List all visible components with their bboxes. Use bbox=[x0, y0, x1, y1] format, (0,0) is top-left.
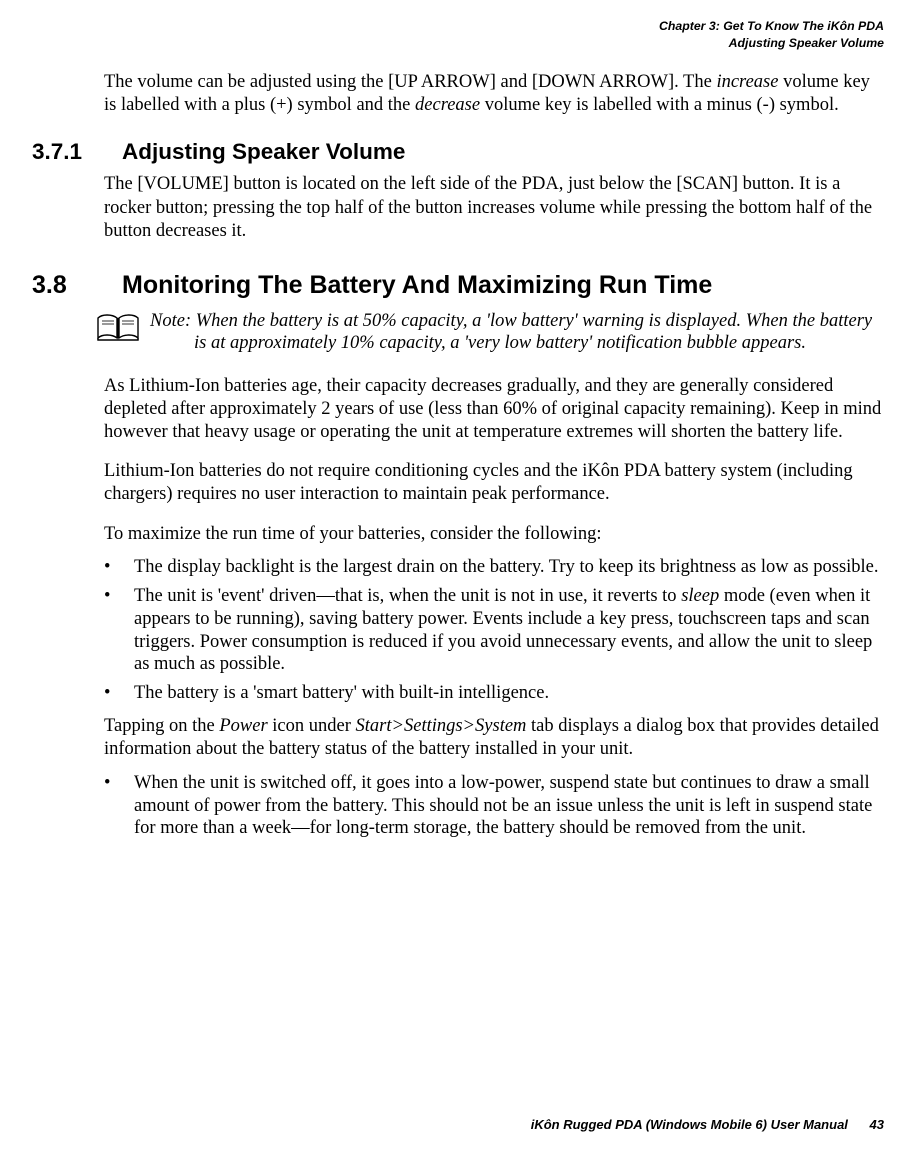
page-footer: iKôn Rugged PDA (Windows Mobile 6) User … bbox=[531, 1117, 884, 1132]
page-body: Chapter 3: Get To Know The iKôn PDA Adju… bbox=[0, 0, 919, 1162]
italic-power: Power bbox=[219, 716, 267, 736]
running-header: Chapter 3: Get To Know The iKôn PDA Adju… bbox=[32, 18, 884, 51]
battery-age-paragraph: As Lithium-Ion batteries age, their capa… bbox=[32, 375, 884, 444]
text-run: icon under bbox=[268, 716, 356, 736]
section-number: 3.7.1 bbox=[32, 139, 92, 165]
bullet-list-1: The display backlight is the largest dra… bbox=[32, 556, 884, 706]
list-item: The display backlight is the largest dra… bbox=[104, 556, 884, 579]
header-section: Adjusting Speaker Volume bbox=[32, 35, 884, 52]
note-block: Note: When the battery is at 50% capacit… bbox=[32, 310, 884, 355]
page-number: 43 bbox=[870, 1117, 884, 1132]
header-chapter: Chapter 3: Get To Know The iKôn PDA bbox=[32, 18, 884, 35]
note-content: When the battery is at 50% capacity, a '… bbox=[191, 311, 872, 354]
s371-paragraph: The [VOLUME] button is located on the le… bbox=[32, 173, 884, 242]
section-number: 3.8 bbox=[32, 271, 92, 300]
intro-paragraph: The volume can be adjusted using the [UP… bbox=[32, 71, 884, 117]
book-icon bbox=[96, 312, 140, 342]
maximize-intro: To maximize the run time of your batteri… bbox=[32, 523, 884, 546]
italic-sleep: sleep bbox=[681, 586, 719, 606]
heading-3-8: 3.8 Monitoring The Battery And Maximizin… bbox=[32, 271, 884, 300]
text-run: volume key is labelled with a minus (-) … bbox=[480, 95, 839, 115]
list-item: The unit is 'event' driven—that is, when… bbox=[104, 585, 884, 677]
italic-path: Start>Settings>System bbox=[356, 716, 527, 736]
note-text: Note: When the battery is at 50% capacit… bbox=[194, 310, 884, 355]
italic-decrease: decrease bbox=[415, 95, 480, 115]
text-run: The volume can be adjusted using the [UP… bbox=[104, 72, 716, 92]
list-item: When the unit is switched off, it goes i… bbox=[104, 772, 884, 841]
power-paragraph: Tapping on the Power icon under Start>Se… bbox=[32, 715, 884, 761]
section-title: Monitoring The Battery And Maximizing Ru… bbox=[122, 271, 712, 300]
battery-cond-paragraph: Lithium-Ion batteries do not require con… bbox=[32, 460, 884, 506]
note-label: Note: bbox=[150, 311, 191, 331]
footer-doc-title: iKôn Rugged PDA (Windows Mobile 6) User … bbox=[531, 1117, 848, 1132]
list-item: The battery is a 'smart battery' with bu… bbox=[104, 682, 884, 705]
heading-3-7-1: 3.7.1 Adjusting Speaker Volume bbox=[32, 139, 884, 165]
text-run: The unit is 'event' driven—that is, when… bbox=[134, 586, 681, 606]
bullet-list-2: When the unit is switched off, it goes i… bbox=[32, 772, 884, 841]
text-run: Tapping on the bbox=[104, 716, 219, 736]
section-title: Adjusting Speaker Volume bbox=[122, 139, 405, 165]
italic-increase: increase bbox=[716, 72, 778, 92]
